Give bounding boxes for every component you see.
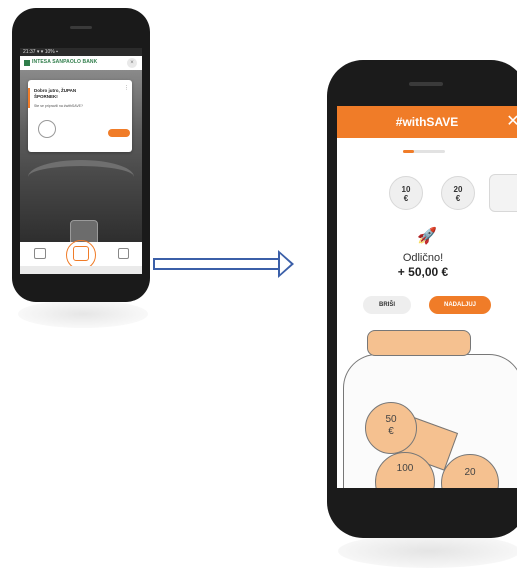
right-phone: #withSAVE ✕ 10 € 20 € 🚀 Odlično! + 50,00… xyxy=(327,60,517,538)
progress-fill xyxy=(403,150,414,153)
card-action-button[interactable] xyxy=(108,129,130,137)
system-nav-bar xyxy=(20,266,142,274)
tab-bar xyxy=(20,240,142,270)
page-title: #withSAVE xyxy=(395,115,459,129)
coin-option-10[interactable]: 10 € xyxy=(389,176,423,210)
card-subtitle: Ste se pripravili na #withSAVE? xyxy=(34,104,83,108)
avatar-icon xyxy=(38,120,56,138)
coin-unit: € xyxy=(455,194,461,203)
card-accent xyxy=(28,88,30,108)
rocket-icon: 🚀 xyxy=(417,228,437,245)
bank-logo-icon xyxy=(24,60,30,66)
saved-amount: + 50,00 € xyxy=(397,265,449,279)
note-option[interactable] xyxy=(489,174,517,212)
right-arrow-icon xyxy=(153,258,281,270)
app-header: INTESA SANPAOLO BANK × xyxy=(20,56,142,70)
jar-coin-50: 50 € xyxy=(365,402,417,454)
left-phone: 21:37 ▾ ▾ 10% ▪ INTESA SANPAOLO BANK × D… xyxy=(12,8,150,302)
savings-icon[interactable] xyxy=(73,246,89,261)
left-phone-screen: 21:37 ▾ ▾ 10% ▪ INTESA SANPAOLO BANK × D… xyxy=(20,48,142,274)
coin-value: 10 xyxy=(401,185,411,194)
card-title: Dobro jutro, ŽUPAN ŠPORNEK! xyxy=(34,88,77,99)
cards-icon[interactable] xyxy=(118,248,129,259)
more-menu-icon[interactable]: ⋮ xyxy=(124,85,129,91)
phone-speaker xyxy=(409,82,443,86)
phone-shadow xyxy=(338,534,517,568)
phone-shadow xyxy=(18,300,148,328)
arrow-head-inner xyxy=(280,254,291,274)
continue-button[interactable]: NADALJUJ xyxy=(429,296,491,314)
close-icon[interactable]: ✕ xyxy=(501,106,517,138)
promo-card[interactable]: Dobro jutro, ŽUPAN ŠPORNEK! Ste se pripr… xyxy=(28,80,132,152)
bank-name: INTESA SANPAOLO BANK xyxy=(32,59,98,65)
coin-value: 50 xyxy=(385,414,397,425)
delete-button[interactable]: BRIŠI xyxy=(363,296,411,314)
bridge-shape xyxy=(28,160,134,194)
coin-option-20[interactable]: 20 € xyxy=(441,176,475,210)
phone-bezel-bottom xyxy=(337,488,517,498)
jar-lid xyxy=(367,330,471,356)
status-bar: 21:37 ▾ ▾ 10% ▪ xyxy=(20,48,142,56)
withsave-header: #withSAVE ✕ xyxy=(337,106,517,138)
coin-unit: € xyxy=(403,194,409,203)
wallet-icon[interactable] xyxy=(34,248,46,259)
right-phone-screen: #withSAVE ✕ 10 € 20 € 🚀 Odlično! + 50,00… xyxy=(337,106,517,496)
coin-unit: € xyxy=(388,426,394,437)
success-message: Odlično! xyxy=(402,252,444,264)
coin-value: 20 xyxy=(453,185,463,194)
close-icon[interactable]: × xyxy=(127,58,137,68)
phone-speaker xyxy=(70,26,92,29)
